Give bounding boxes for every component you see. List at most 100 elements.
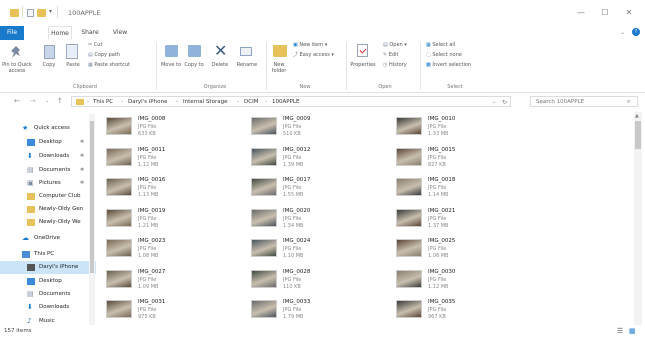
title-bar: ▾ 100APPLE — ☐ ✕ [0,0,645,26]
nav-item[interactable]: Desktop ✱ [0,136,96,149]
pin-to-quick-access-button[interactable]: Pin to Quick access [0,62,34,74]
breadcrumb[interactable]: › This PC › Daryl's iPhone › Internal St… [71,96,511,107]
file-item[interactable]: IMG_0019 JPG File 1.21 MB [106,206,246,236]
minimize-button[interactable]: — [574,7,588,19]
copy-path-button[interactable]: ▤ Copy path [88,52,120,59]
nav-item[interactable]: Newly-Oldy We [0,216,96,229]
copy-to-button[interactable]: Copy to [183,62,205,68]
file-item[interactable]: IMG_0010 JPG File 1.33 MB [396,114,536,144]
folder-icon [27,206,35,213]
file-name: IMG_0016 [138,177,166,183]
nav-item[interactable]: ▣ Pictures ✱ [0,177,96,190]
chevron-down-icon[interactable]: ▾ [49,8,52,16]
tab-home[interactable]: Home [48,26,72,40]
delete-button[interactable]: Delete [208,62,232,68]
select-all-button[interactable]: ▦ Select all [426,42,455,49]
file-item[interactable]: IMG_0030 JPG File 1.12 MB [396,267,536,297]
file-item[interactable]: IMG_0017 JPG File 1.55 MB [251,175,391,205]
crumb-100apple[interactable]: 100APPLE [272,97,299,108]
new-folder-button[interactable]: New folder [266,62,292,74]
cut-button[interactable]: ✂ Cut [88,42,102,49]
file-item[interactable]: IMG_0033 JPG File 1.79 MB [251,297,391,327]
chevron-down-icon[interactable]: ⌄ [492,97,496,108]
up-button[interactable]: ↑ [57,97,63,106]
crumb-iphone[interactable]: Daryl's iPhone [128,97,167,108]
crumb-dcim[interactable]: DCIM [244,97,258,108]
properties-button[interactable]: Properties [347,62,379,68]
file-item[interactable]: IMG_0023 JPG File 1.08 MB [106,236,246,266]
properties-icon[interactable] [27,9,34,17]
file-item[interactable]: IMG_0024 JPG File 1.10 MB [251,236,391,266]
tab-share[interactable]: Share [78,26,102,40]
file-name: IMG_0009 [283,116,311,122]
crumb-internal-storage[interactable]: Internal Storage [183,97,227,108]
file-item[interactable]: IMG_0020 JPG File 1.34 MB [251,206,391,236]
nav-item[interactable]: Computer Club [0,190,96,203]
nav-item[interactable]: ★ Quick access [0,122,96,135]
open-button[interactable]: ▤ Open ▾ [383,42,407,49]
paste-shortcut-button[interactable]: ▦ Paste shortcut [88,62,130,69]
crumb-this-pc[interactable]: This PC [93,97,113,108]
file-item[interactable]: IMG_0031 JPG File 975 KB [106,297,246,327]
search-input[interactable] [531,97,626,106]
rename-button[interactable]: Rename [234,62,260,68]
history-button[interactable]: ◷ History [383,62,407,69]
nav-item[interactable]: Desktop [0,275,96,288]
select-none-button[interactable]: ▢ Select none [426,52,462,59]
scroll-up-icon[interactable]: ▲ [635,113,639,119]
search-icon[interactable]: ⌕ [627,97,630,107]
file-item[interactable]: IMG_0035 JPG File 967 KB [396,297,536,327]
copy-button[interactable]: Copy [38,62,60,68]
large-icons-view-icon[interactable]: ▦ [629,327,636,335]
nav-item[interactable]: ⬇ Downloads ✱ [0,150,96,163]
group-new-label: New [299,84,311,90]
file-item[interactable]: IMG_0028 JPG File 110 KB [251,267,391,297]
file-item[interactable]: IMG_0018 JPG File 1.14 MB [396,175,536,205]
tab-view[interactable]: View [108,26,132,40]
file-type: JPG File [428,185,447,191]
new-item-button[interactable]: ▣ New item ▾ [293,42,327,49]
nav-item[interactable]: Daryl's iPhone [0,261,96,274]
details-view-icon[interactable]: ☰ [617,327,623,335]
forward-button[interactable]: → [30,97,36,106]
file-name: IMG_0011 [138,146,166,153]
file-item[interactable]: IMG_0016 JPG File 1.13 MB [106,175,246,205]
nav-scrollbar-thumb[interactable] [90,121,94,273]
nav-item[interactable]: ▤ Documents ✱ [0,164,96,177]
move-to-button[interactable]: Move to [160,62,182,68]
search-box[interactable]: ⌕ [530,96,638,107]
content-scrollbar-thumb[interactable] [635,121,641,149]
paste-button[interactable]: Paste [62,62,84,68]
file-type: JPG File [283,246,302,252]
file-name: IMG_0012 [283,146,311,153]
file-item[interactable]: IMG_0021 JPG File 1.37 MB [396,206,536,236]
chevron-down-icon[interactable]: ⌄ [620,29,625,36]
back-button[interactable]: ← [14,97,20,106]
file-item[interactable]: IMG_0011 JPG File 1.12 MB [106,145,246,175]
nav-item[interactable]: ☁ OneDrive [0,232,96,245]
nav-item[interactable]: ▤ Documents [0,288,96,301]
chevron-right-icon: › [121,99,123,105]
file-item[interactable]: IMG_0012 JPG File 1.39 MB [251,145,391,175]
file-item[interactable]: IMG_0027 JPG File 1.09 MB [106,267,246,297]
photo-thumbnail [106,178,132,196]
tab-file[interactable]: File [0,26,24,40]
nav-item[interactable]: ⬇ Downloads [0,301,96,314]
edit-button[interactable]: ✎ Edit [383,52,398,59]
file-type: JPG File [283,307,302,313]
file-type: JPG File [283,124,302,130]
file-item[interactable]: IMG_0009 JPG File 510 KB [251,114,391,144]
nav-item[interactable]: Newly-Oldy Gen [0,203,96,216]
help-icon[interactable]: ? [632,28,640,36]
file-item[interactable]: IMG_0008 JPG File 633 KB [106,114,246,144]
file-item[interactable]: IMG_0015 JPG File 827 KB [396,145,536,175]
close-button[interactable]: ✕ [622,7,636,19]
refresh-icon[interactable]: ↻ [502,97,507,108]
recent-locations-button[interactable]: ⌄ [45,97,49,106]
invert-selection-button[interactable]: ▩ Invert selection [426,62,471,69]
easy-access-button[interactable]: ⤴ Easy access ▾ [293,52,334,59]
nav-item[interactable]: This PC [0,248,96,261]
maximize-button[interactable]: ☐ [598,7,612,19]
new-folder-icon[interactable] [37,9,46,17]
file-item[interactable]: IMG_0025 JPG File 1.06 MB [396,236,536,266]
